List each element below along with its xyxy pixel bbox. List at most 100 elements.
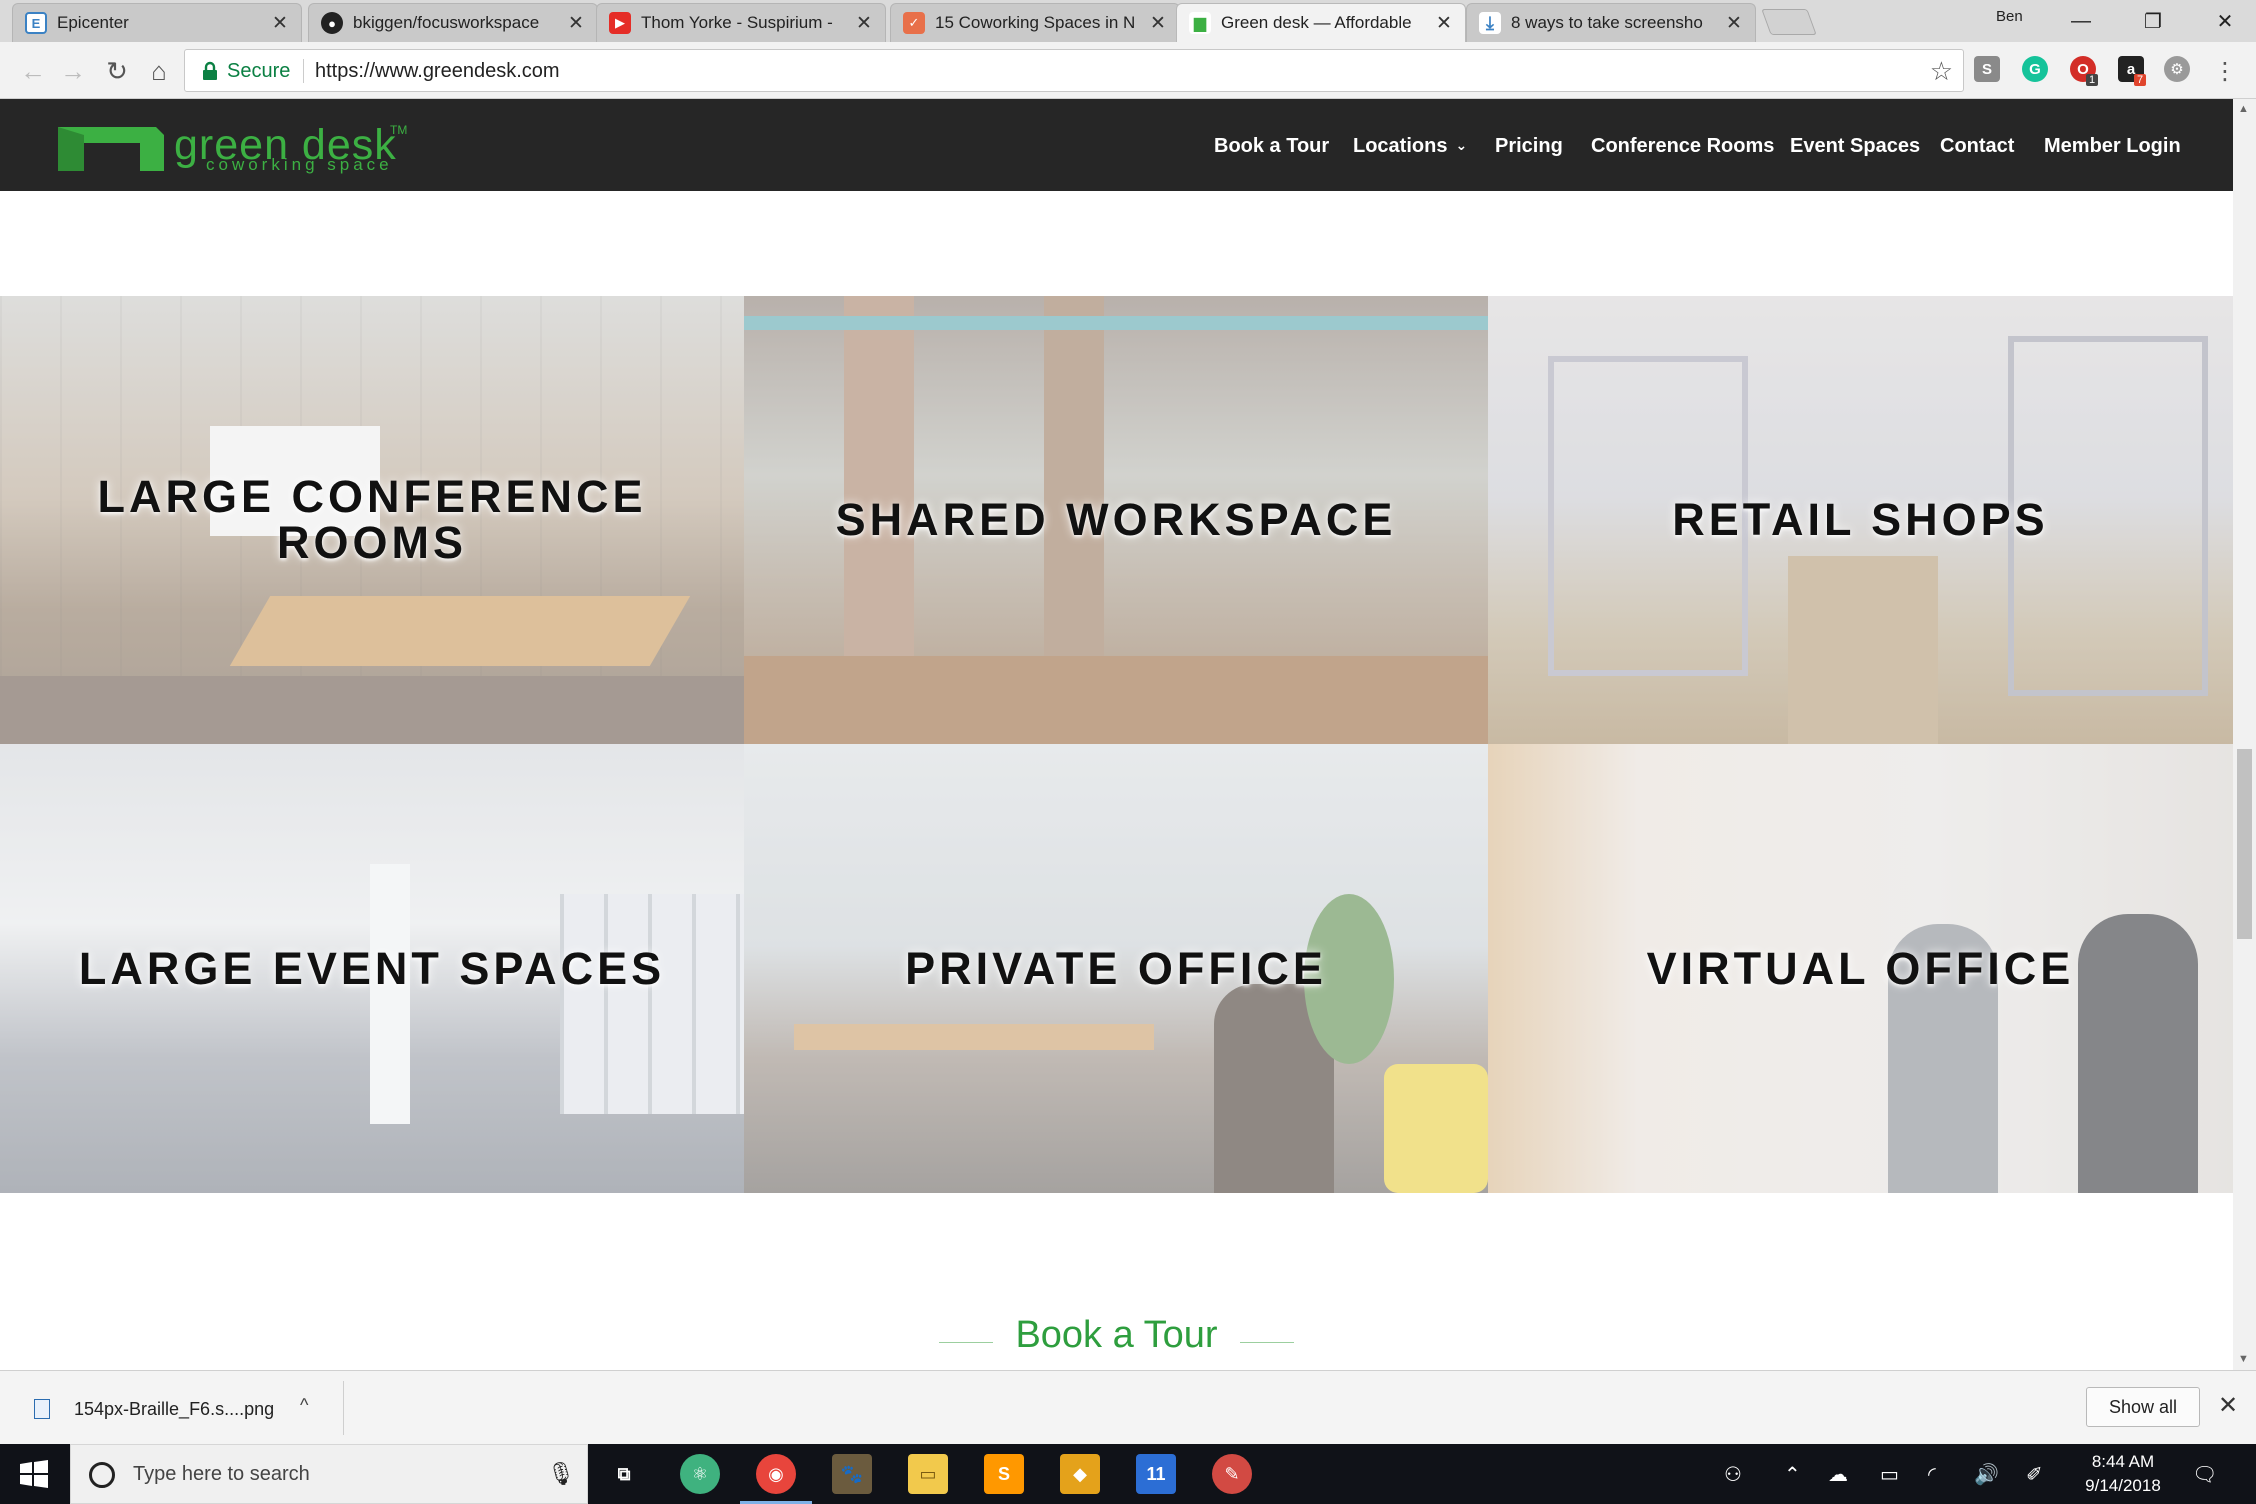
clock-time: 8:44 AM [2091, 1452, 2155, 1471]
github-favicon-icon: ● [321, 12, 343, 34]
greendesk-logo[interactable]: green desk TM coworking space [56, 121, 416, 174]
windows-start-icon[interactable] [20, 1460, 48, 1488]
browser-tab-strip: E Epicenter ✕ ● bkiggen/focusworkspace ✕… [0, 0, 2256, 42]
back-arrow-icon[interactable]: ← [16, 54, 50, 88]
close-window-icon[interactable]: ✕ [2196, 4, 2254, 38]
heading-rule-right [1240, 1342, 1294, 1344]
chevron-up-icon[interactable]: ^ [300, 1395, 308, 1416]
chrome-app-icon[interactable]: ◉ [756, 1454, 796, 1494]
trademark-mark: TM [390, 123, 408, 137]
chevron-down-icon: ⌄ [1455, 137, 1468, 153]
taskbar-search-placeholder[interactable]: Type here to search [133, 1463, 310, 1486]
brand-tagline: coworking space [206, 155, 393, 174]
tab-green-desk[interactable]: ▆ Green desk — Affordable ✕ [1176, 3, 1466, 42]
greendesk-favicon-icon: ▆ [1189, 12, 1211, 34]
nav-pricing[interactable]: Pricing [1495, 135, 1563, 158]
url-text[interactable]: https://www.greendesk.com [315, 60, 560, 83]
tab-screenshots[interactable]: ⤓ 8 ways to take screensho ✕ [1466, 3, 1756, 42]
nav-contact[interactable]: Contact [1940, 135, 2014, 158]
minimize-window-icon[interactable]: — [2052, 4, 2110, 38]
atom-app-icon[interactable]: ⚛ [680, 1454, 720, 1494]
scrollbar-thumb[interactable] [2237, 749, 2252, 939]
secure-label: Secure [227, 60, 291, 82]
article-favicon-icon: ✓ [903, 12, 925, 34]
new-tab-button[interactable] [1761, 9, 1817, 35]
settings-extension-icon[interactable]: ⚙ [2164, 56, 2190, 82]
tile-label: SHARED WORKSPACE [835, 494, 1397, 545]
close-tab-icon[interactable]: ✕ [1725, 12, 1743, 35]
extension-badge: 1 [2086, 74, 2099, 86]
lock-icon [203, 61, 217, 80]
close-tab-icon[interactable]: ✕ [1149, 12, 1167, 35]
address-bar[interactable]: Secure https://www.greendesk.com ☆ [184, 49, 1964, 92]
download-file-name[interactable]: 154px-Braille_F6.s....png [74, 1399, 274, 1420]
home-icon[interactable]: ⌂ [142, 54, 176, 88]
close-tab-icon[interactable]: ✕ [271, 12, 289, 35]
tab-coworking-spaces[interactable]: ✓ 15 Coworking Spaces in N ✕ [890, 3, 1180, 42]
taskbar-search-box[interactable]: Type here to search 🎙 [70, 1444, 588, 1504]
profile-name[interactable]: Ben [1996, 8, 2023, 25]
system-clock[interactable]: 8:44 AM 9/14/2018 [2076, 1450, 2170, 1498]
tab-title: Thom Yorke - Suspirium - [641, 13, 833, 32]
show-all-button[interactable]: Show all [2086, 1387, 2200, 1427]
tile-label: VIRTUAL OFFICE [1646, 942, 2075, 994]
onedrive-cloud-icon[interactable]: ☁ [1828, 1462, 1848, 1487]
tab-github[interactable]: ● bkiggen/focusworkspace ✕ [308, 3, 598, 42]
close-tab-icon[interactable]: ✕ [1435, 12, 1453, 35]
bookmark-star-icon[interactable]: ☆ [1930, 56, 1953, 87]
reload-icon[interactable]: ↻ [100, 54, 134, 88]
s-extension-icon[interactable]: S [1974, 56, 2000, 82]
download-item[interactable]: 154px-Braille_F6.s....png ^ [18, 1381, 344, 1435]
tile-retail-shops[interactable]: RETAIL SHOPS [1488, 296, 2233, 744]
microphone-icon[interactable]: 🎙 [547, 1461, 575, 1487]
tile-private-office[interactable]: PRIVATE OFFICE [744, 744, 1488, 1193]
nav-member-login[interactable]: Member Login [2044, 135, 2181, 158]
clock-date: 9/14/2018 [2085, 1476, 2161, 1495]
wifi-icon[interactable]: ◜ [1928, 1462, 1936, 1487]
pen-icon[interactable]: ✐ [2026, 1462, 2043, 1487]
page-scrollbar[interactable]: ▲ ▼ [2233, 99, 2256, 1370]
forward-arrow-icon[interactable]: → [56, 54, 90, 88]
people-icon[interactable]: ⚇ [1724, 1462, 1742, 1487]
gimp-app-icon[interactable]: 🐾 [832, 1454, 872, 1494]
close-tab-icon[interactable]: ✕ [855, 12, 873, 35]
tile-label: LARGE CONFERENCE ROOMS [97, 471, 647, 568]
tile-label: LARGE EVENT SPACES [78, 942, 666, 994]
pin-favicon-icon: ⤓ [1479, 12, 1501, 34]
youtube-favicon-icon: ▶ [609, 12, 631, 34]
restore-window-icon[interactable]: ❐ [2124, 4, 2182, 38]
volume-icon[interactable]: 🔊 [1974, 1462, 1999, 1487]
nav-event-spaces[interactable]: Event Spaces [1790, 135, 1920, 158]
nav-book-a-tour[interactable]: Book a Tour [1214, 135, 1329, 158]
sketch-app-icon[interactable]: ◆ [1060, 1454, 1100, 1494]
tile-shared-workspace[interactable]: SHARED WORKSPACE [744, 296, 1488, 744]
chevron-up-icon[interactable]: ⌃ [1784, 1462, 1801, 1487]
calendar-app-icon[interactable]: 11 [1136, 1454, 1176, 1494]
tile-large-conference-rooms[interactable]: LARGE CONFERENCE ROOMS [0, 296, 744, 744]
paint-app-icon[interactable]: ✎ [1212, 1454, 1252, 1494]
nav-conference-rooms[interactable]: Conference Rooms [1591, 135, 1774, 158]
download-bar: 154px-Braille_F6.s....png ^ Show all ✕ [0, 1370, 2256, 1444]
close-tab-icon[interactable]: ✕ [567, 12, 585, 35]
nav-locations[interactable]: Locations ⌄ [1353, 135, 1467, 158]
tab-title: 8 ways to take screensho [1511, 13, 1703, 32]
tile-label: PRIVATE OFFICE [905, 942, 1327, 994]
tab-youtube[interactable]: ▶ Thom Yorke - Suspirium - ✕ [596, 3, 886, 42]
tab-epicenter[interactable]: E Epicenter ✕ [12, 3, 302, 42]
sublime-app-icon[interactable]: S [984, 1454, 1024, 1494]
grammarly-icon[interactable]: G [2022, 56, 2048, 82]
tile-large-event-spaces[interactable]: LARGE EVENT SPACES [0, 744, 744, 1193]
tile-label: RETAIL SHOPS [1672, 494, 2049, 545]
battery-icon[interactable]: ▭ [1880, 1462, 1899, 1487]
scroll-down-arrow-icon[interactable]: ▼ [2238, 1353, 2249, 1365]
tile-virtual-office[interactable]: VIRTUAL OFFICE [1488, 744, 2233, 1193]
close-download-bar-icon[interactable]: ✕ [2218, 1391, 2238, 1420]
scroll-up-arrow-icon[interactable]: ▲ [2238, 103, 2249, 115]
file-explorer-icon[interactable]: ▭ [908, 1454, 948, 1494]
tab-title: bkiggen/focusworkspace [353, 13, 540, 32]
notifications-icon[interactable]: 🗨 [2192, 1462, 2217, 1487]
browser-toolbar: ← → ↻ ⌂ Secure https://www.greendesk.com… [0, 42, 2256, 99]
windows-taskbar: Type here to search 🎙 ⧉ ⚛ ◉ 🐾 ▭ S ◆ 11 ✎… [0, 1444, 2256, 1504]
task-view-icon[interactable]: ⧉ [604, 1454, 644, 1494]
chrome-menu-icon[interactable]: ⋮ [2208, 54, 2242, 88]
